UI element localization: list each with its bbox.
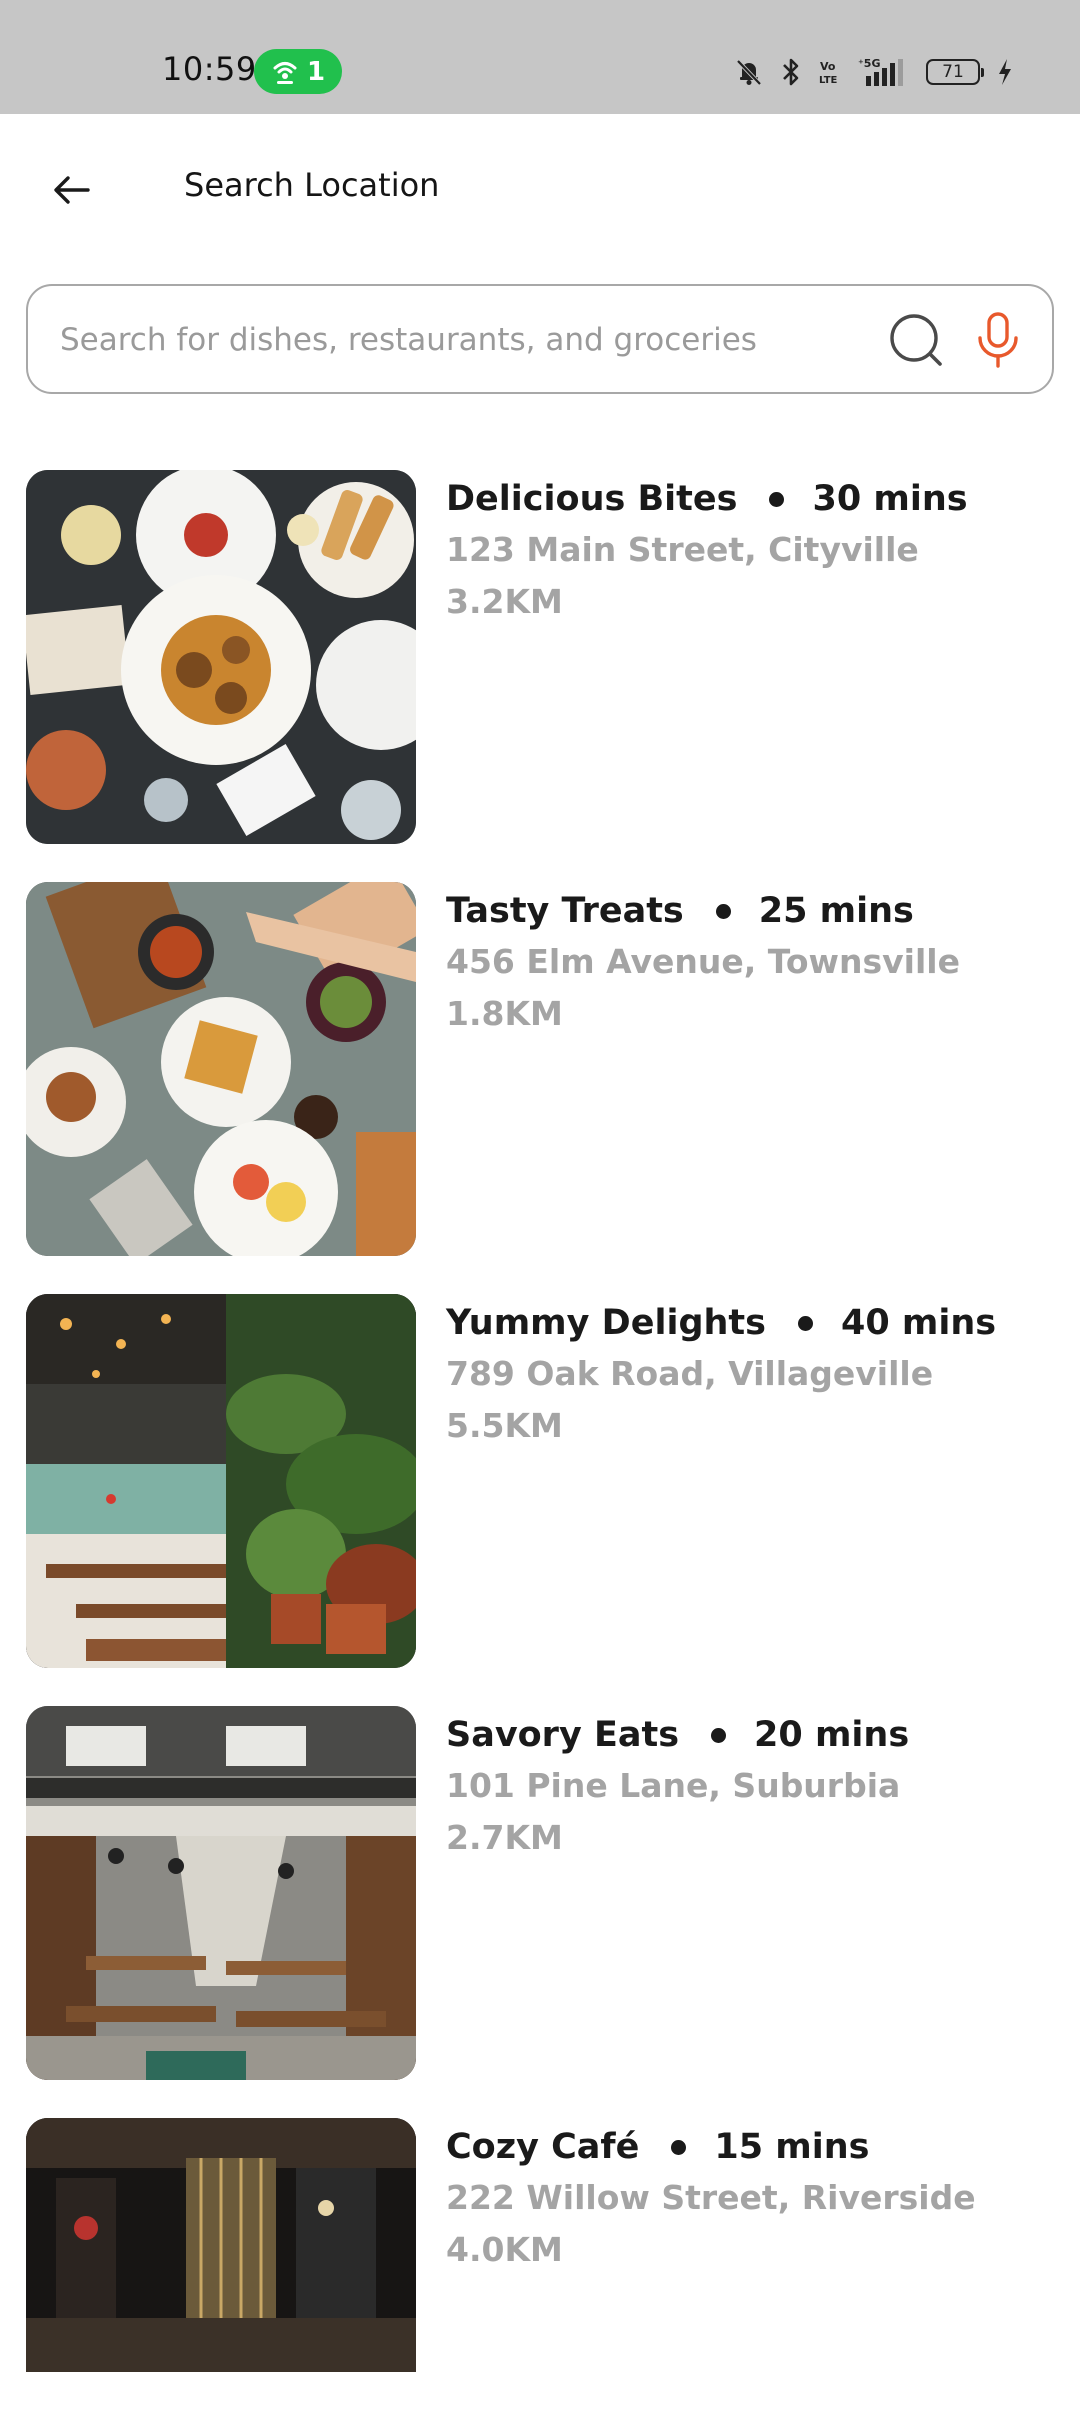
restaurant-image [26,470,416,844]
battery-icon: 71 [926,59,984,85]
delivery-time: 40 mins [840,1303,997,1343]
restaurant-image [26,1294,416,1668]
restaurant-list: Delicious Bites 30 mins 123 Main Street,… [26,470,1054,2410]
hotspot-indicator[interactable]: 1 [254,49,342,94]
status-bar: 10:59 1 Vo LTE ⁺5G 71 [0,0,1080,114]
back-button[interactable] [40,158,104,222]
restaurant-title-row: Yummy Delights 40 mins [446,1298,1054,1348]
restaurant-card[interactable]: Savory Eats 20 mins 101 Pine Lane, Subur… [26,1706,1054,2080]
restaurant-distance: 1.8KM [446,994,563,1033]
search-icon[interactable] [888,312,946,370]
hotspot-icon [271,59,299,85]
restaurant-card[interactable]: Tasty Treats 25 mins 456 Elm Avenue, Tow… [26,882,1054,1256]
status-time: 10:59 [162,50,257,88]
separator-dot [671,2139,687,2155]
separator-dot [715,903,731,919]
bluetooth-icon [780,57,802,87]
app-header: Search Location [0,114,1080,262]
mute-icon [734,57,764,87]
search-input[interactable] [58,286,882,394]
restaurant-name: Yummy Delights [446,1303,766,1343]
delivery-time: 30 mins [812,479,968,519]
svg-text:⁺5G: ⁺5G [858,57,881,70]
restaurant-name: Delicious Bites [446,479,738,519]
separator-dot [711,1727,727,1743]
charging-icon [996,57,1014,87]
restaurant-address: 222 Willow Street, Riverside [446,2178,976,2217]
restaurant-distance: 3.2KM [446,582,563,621]
restaurant-address: 789 Oak Road, Villageville [446,1354,934,1393]
status-icons: Vo LTE ⁺5G 71 [734,54,1014,90]
restaurant-card[interactable]: Yummy Delights 40 mins 789 Oak Road, Vil… [26,1294,1054,1668]
restaurant-distance: 5.5KM [446,1406,563,1445]
separator-dot [769,491,785,507]
delivery-time: 15 mins [714,2127,870,2167]
separator-dot [797,1315,813,1331]
search-bar[interactable] [26,284,1054,394]
restaurant-address: 123 Main Street, Cityville [446,530,919,569]
signal-icon: ⁺5G [858,56,910,88]
restaurant-title-row: Tasty Treats 25 mins [446,886,1054,936]
svg-text:LTE: LTE [819,75,838,86]
restaurant-image [26,2118,416,2372]
hotspot-count: 1 [306,56,326,87]
restaurant-address: 101 Pine Lane, Suburbia [446,1766,901,1805]
arrow-left-icon [54,176,90,204]
restaurant-card[interactable]: Delicious Bites 30 mins 123 Main Street,… [26,470,1054,844]
page-title: Search Location [184,166,440,204]
restaurant-image [26,882,416,1256]
restaurant-distance: 2.7KM [446,1818,563,1857]
restaurant-title-row: Delicious Bites 30 mins [446,474,1054,524]
battery-level: 71 [942,62,964,82]
restaurant-distance: 4.0KM [446,2230,563,2269]
restaurant-title-row: Cozy Café 15 mins [446,2122,1054,2172]
restaurant-name: Cozy Café [446,2127,640,2167]
delivery-time: 20 mins [754,1715,910,1755]
restaurant-name: Savory Eats [446,1715,680,1755]
delivery-time: 25 mins [758,891,914,931]
svg-text:Vo: Vo [820,60,836,73]
restaurant-image [26,1706,416,2080]
restaurant-name: Tasty Treats [446,891,684,931]
volte-icon: Vo LTE [818,57,842,87]
microphone-icon[interactable] [968,310,1028,370]
restaurant-card[interactable]: Cozy Café 15 mins 222 Willow Street, Riv… [26,2118,1054,2372]
restaurant-address: 456 Elm Avenue, Townsville [446,942,960,981]
restaurant-title-row: Savory Eats 20 mins [446,1710,1054,1760]
